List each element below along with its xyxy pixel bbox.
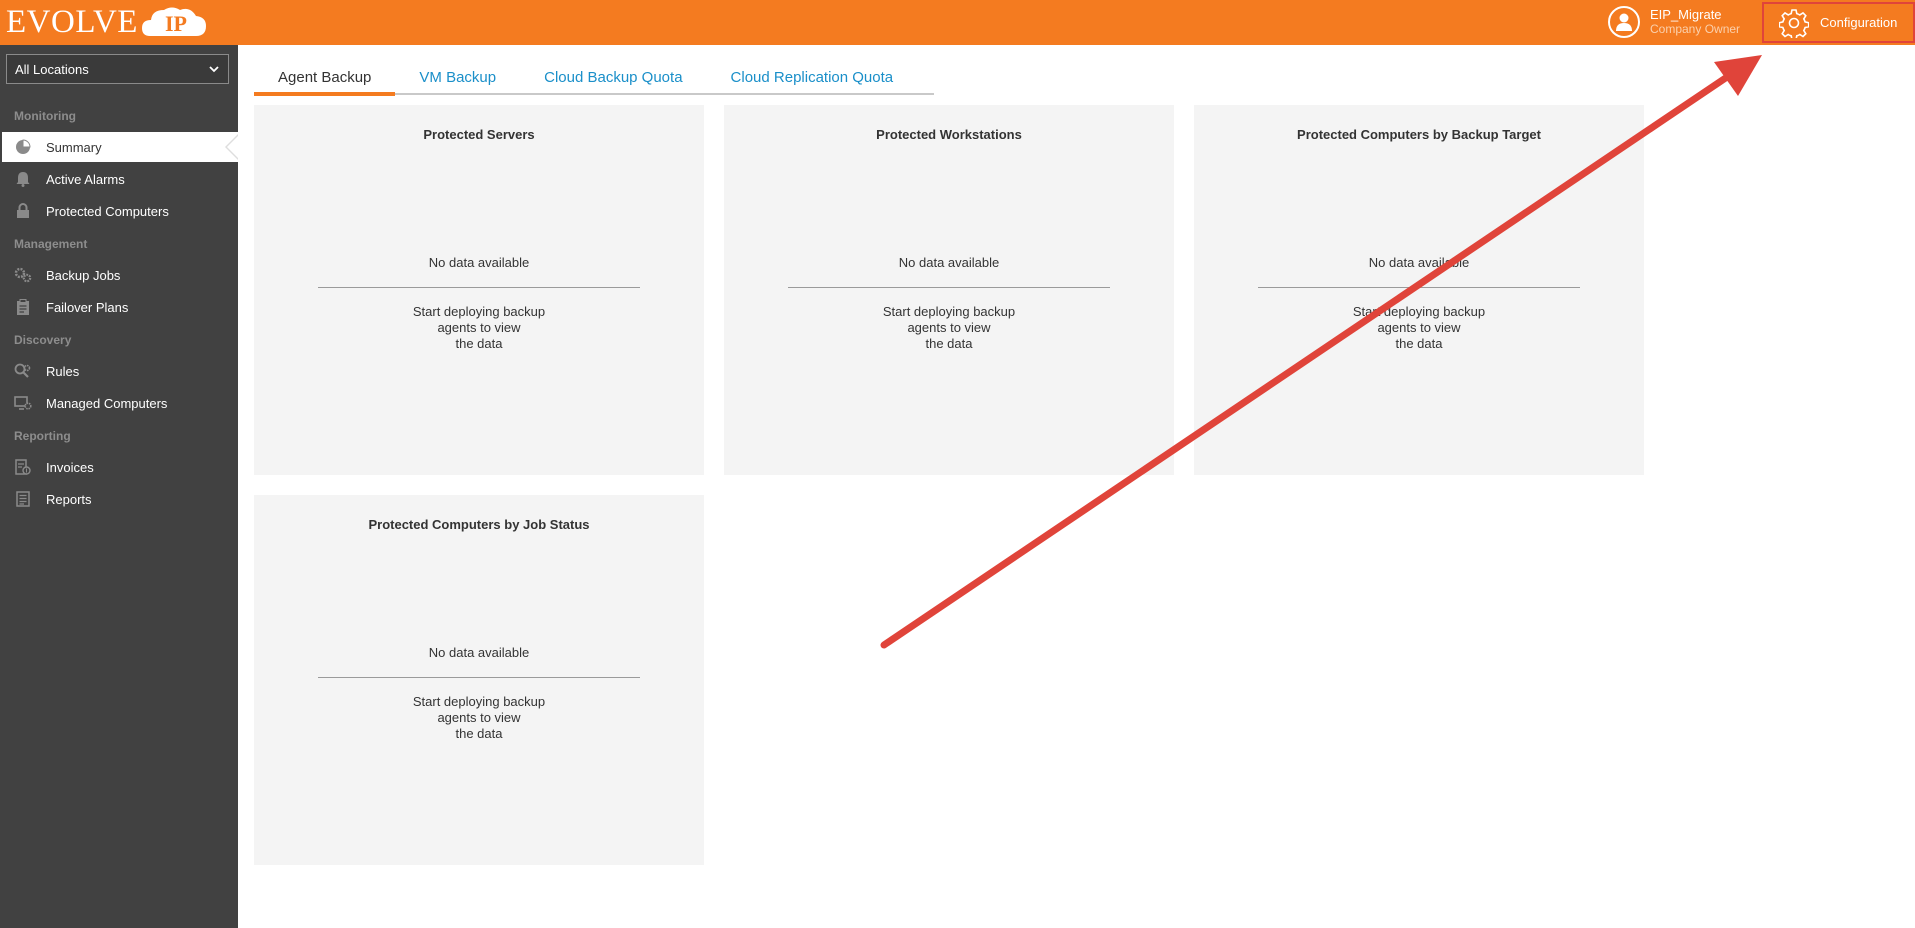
backup-type-tabs: Agent Backup VM Backup Cloud Backup Quot… (254, 65, 934, 96)
bell-icon (13, 169, 33, 189)
lock-icon (13, 201, 33, 221)
top-header: EVOLVE IP EIP_Migrate Company Owner Conf… (0, 0, 1915, 45)
gears-icon (13, 265, 33, 285)
divider (318, 287, 640, 288)
hint-text: Start deploying backup agents to view th… (254, 304, 704, 352)
user-avatar-icon (1608, 6, 1640, 38)
section-reporting: Reporting (14, 429, 71, 443)
sidebar-item-label: Backup Jobs (46, 267, 121, 283)
sidebar-item-invoices[interactable]: Invoices (0, 452, 238, 482)
card-protected-workstations: Protected Workstations No data available… (724, 105, 1174, 475)
sidebar-item-label: Invoices (46, 459, 94, 475)
section-monitoring: Monitoring (14, 109, 76, 123)
sidebar-item-label: Failover Plans (46, 299, 129, 315)
sidebar-item-label: Rules (46, 363, 80, 379)
discovery-gear-icon (13, 361, 33, 381)
sidebar-item-label: Summary (46, 139, 102, 155)
sidebar-item-backup-jobs[interactable]: Backup Jobs (0, 260, 238, 290)
hint-line: the data (925, 336, 973, 351)
logo-text: EVOLVE (6, 4, 138, 40)
divider (788, 287, 1110, 288)
clipboard-icon (13, 297, 33, 317)
configuration-label: Configuration (1820, 15, 1898, 30)
sidebar-item-managed-computers[interactable]: Managed Computers (0, 388, 238, 418)
hint-line: agents to view (437, 320, 521, 335)
hint-line: agents to view (1377, 320, 1461, 335)
sidebar-item-reports[interactable]: Reports (0, 484, 238, 514)
gear-icon (1778, 7, 1810, 39)
hint-text: Start deploying backup agents to view th… (254, 694, 704, 742)
logo-badge: IP (164, 11, 187, 36)
hint-line: the data (1395, 336, 1443, 351)
no-data-text: No data available (428, 255, 530, 270)
hint-text: Start deploying backup agents to view th… (1194, 304, 1644, 352)
sidebar-item-label: Reports (46, 491, 92, 507)
tab-vm-backup[interactable]: VM Backup (395, 65, 520, 95)
tab-agent-backup[interactable]: Agent Backup (254, 65, 396, 96)
hint-line: Start deploying backup (1352, 304, 1486, 319)
hint-line: the data (455, 336, 503, 351)
logo-cloud-icon: IP (140, 4, 208, 40)
hint-line: agents to view (907, 320, 991, 335)
hint-line: Start deploying backup (412, 304, 546, 319)
divider (318, 677, 640, 678)
no-data-text: No data available (1368, 255, 1470, 270)
sidebar-item-summary[interactable]: Summary (2, 132, 239, 162)
card-protected-by-backup-target: Protected Computers by Backup Target No … (1194, 105, 1644, 475)
sidebar-item-failover-plans[interactable]: Failover Plans (0, 292, 238, 322)
sidebar: All Locations Monitoring Summary Active … (0, 45, 239, 928)
configuration-button[interactable]: Configuration (1762, 2, 1915, 43)
sidebar-item-active-alarms[interactable]: Active Alarms (0, 164, 238, 194)
monitor-gear-icon (13, 393, 33, 413)
card-protected-servers: Protected Servers No data available Star… (254, 105, 704, 475)
tab-cloud-replication-quota[interactable]: Cloud Replication Quota (707, 65, 918, 95)
section-management: Management (14, 237, 88, 251)
divider (1258, 287, 1580, 288)
location-select[interactable]: All Locations (6, 54, 229, 84)
user-role: Company Owner (1650, 22, 1741, 36)
invoice-icon (13, 457, 33, 477)
no-data-text: No data available (428, 645, 530, 660)
tab-cloud-backup-quota[interactable]: Cloud Backup Quota (520, 65, 706, 95)
sidebar-item-label: Managed Computers (46, 395, 168, 411)
sidebar-item-label: Protected Computers (46, 203, 169, 219)
user-menu[interactable]: EIP_Migrate Company Owner (1608, 4, 1740, 40)
section-discovery: Discovery (14, 333, 72, 347)
hint-text: Start deploying backup agents to view th… (724, 304, 1174, 352)
card-title: Protected Servers (423, 127, 535, 142)
no-data-text: No data available (898, 255, 1000, 270)
card-title: Protected Computers by Backup Target (1297, 127, 1541, 142)
sidebar-item-protected-computers[interactable]: Protected Computers (0, 196, 238, 226)
report-icon (13, 489, 33, 509)
location-select-value: All Locations (15, 61, 89, 77)
evolve-ip-logo[interactable]: EVOLVE IP (6, 2, 208, 42)
sidebar-item-rules[interactable]: Rules (0, 356, 238, 386)
card-title: Protected Workstations (876, 127, 1022, 142)
sidebar-item-label: Active Alarms (46, 171, 125, 187)
hint-line: agents to view (437, 710, 521, 725)
pie-chart-icon (13, 137, 33, 157)
chevron-down-icon (208, 63, 220, 78)
card-title: Protected Computers by Job Status (368, 517, 590, 532)
hint-line: Start deploying backup (882, 304, 1016, 319)
hint-line: the data (455, 726, 503, 741)
hint-line: Start deploying backup (412, 694, 546, 709)
user-name: EIP_Migrate (1650, 7, 1722, 22)
card-protected-by-job-status: Protected Computers by Job Status No dat… (254, 495, 704, 865)
